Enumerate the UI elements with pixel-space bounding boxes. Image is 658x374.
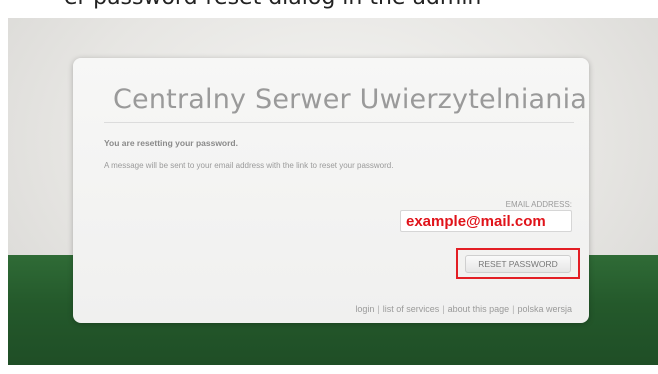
password-reset-card: Centralny Serwer Uwierzytelniania You ar… bbox=[73, 58, 589, 323]
email-label: EMAIL ADDRESS: bbox=[505, 200, 572, 209]
reset-password-button[interactable]: RESET PASSWORD bbox=[465, 255, 571, 273]
reset-lead-text: You are resetting your password. bbox=[104, 138, 238, 148]
footer-link-login[interactable]: login bbox=[355, 304, 374, 314]
caption-strip: er-password-reset dialog in the admin bbox=[0, 0, 658, 18]
footer-link-polska-wersja[interactable]: polska wersja bbox=[517, 304, 572, 314]
page-title: Centralny Serwer Uwierzytelniania bbox=[113, 84, 588, 115]
title-divider bbox=[104, 122, 574, 123]
footer-link-about-this-page[interactable]: about this page bbox=[448, 304, 510, 314]
footer-link-list-of-services[interactable]: list of services bbox=[383, 304, 440, 314]
footer-links: login | list of services | about this page | p… bbox=[355, 304, 572, 314]
page-viewport: Centralny Serwer Uwierzytelniania You ar… bbox=[8, 18, 658, 365]
reset-info-text: A message will be sent to your email add… bbox=[104, 161, 394, 170]
caption-text: er-password-reset dialog in the admin bbox=[64, 0, 481, 10]
footer-separator: | bbox=[442, 304, 445, 314]
footer-separator: | bbox=[377, 304, 380, 314]
screenshot-frame: er-password-reset dialog in the admin Ce… bbox=[0, 0, 658, 374]
email-input[interactable] bbox=[400, 210, 572, 232]
